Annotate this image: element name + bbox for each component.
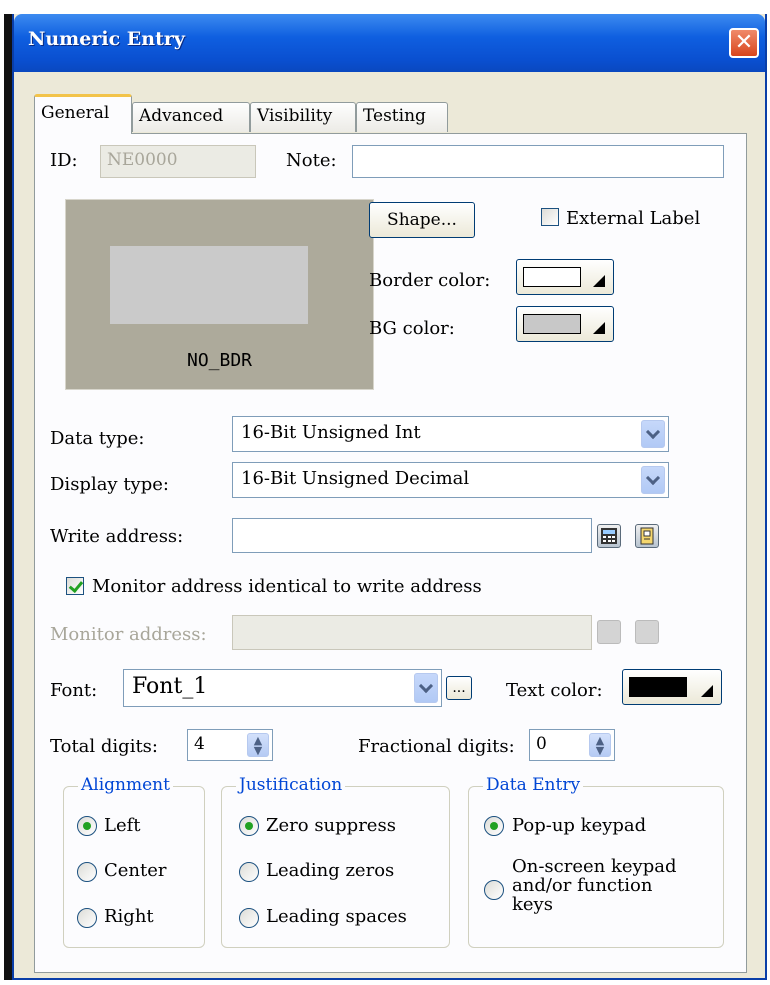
text-color-button[interactable] <box>622 669 722 705</box>
monitor-identical-checkbox[interactable] <box>66 577 84 595</box>
onscreen-keypad-line2: and/or function <box>512 875 653 896</box>
bg-color-label: BG color: <box>369 318 455 339</box>
border-color-swatch <box>523 267 581 287</box>
calculator-icon[interactable] <box>597 524 621 548</box>
alignment-center-label: Center <box>104 860 167 881</box>
alignment-title: Alignment <box>78 775 173 795</box>
data-type-select[interactable]: 16-Bit Unsigned Int <box>232 416 669 452</box>
dropdown-arrow-icon[interactable] <box>641 466 665 494</box>
dropdown-arrow-icon[interactable] <box>414 673 438 703</box>
note-field[interactable] <box>352 145 724 178</box>
leading-zeros-radio[interactable] <box>239 862 259 882</box>
onscreen-keypad-line3: keys <box>512 894 553 915</box>
display-type-value: 16-Bit Unsigned Decimal <box>241 468 470 489</box>
total-digits-value: 4 <box>194 734 205 754</box>
text-color-label: Text color: <box>506 680 603 701</box>
dropdown-triangle-icon <box>701 685 713 697</box>
tab-testing[interactable]: Testing <box>356 102 448 132</box>
alignment-right-label: Right <box>104 906 154 927</box>
font-select[interactable]: Font_1 <box>123 669 442 707</box>
display-type-label: Display type: <box>50 474 169 495</box>
data-entry-title: Data Entry <box>483 775 584 795</box>
note-label: Note: <box>286 150 337 171</box>
font-label: Font: <box>50 680 98 701</box>
id-field: NE0000 <box>100 145 256 178</box>
preview-inner-box <box>110 246 308 324</box>
total-digits-label: Total digits: <box>50 736 158 757</box>
preview-label: NO_BDR <box>186 350 253 371</box>
fractional-digits-spinner[interactable]: 0 ▲ ▼ <box>529 729 615 761</box>
text-color-swatch <box>629 677 687 697</box>
zero-suppress-radio[interactable] <box>239 816 259 836</box>
leading-spaces-radio[interactable] <box>239 908 259 928</box>
close-button[interactable]: ✕ <box>729 28 759 58</box>
display-type-select[interactable]: 16-Bit Unsigned Decimal <box>232 462 669 498</box>
write-address-label: Write address: <box>50 526 184 547</box>
external-label-label: External Label <box>566 208 701 229</box>
title-bar[interactable]: Numeric Entry ✕ <box>14 14 765 72</box>
external-label-checkbox[interactable] <box>541 208 559 226</box>
tab-advanced[interactable]: Advanced <box>132 102 250 132</box>
leading-spaces-label: Leading spaces <box>266 906 407 927</box>
justification-title: Justification <box>236 775 346 795</box>
id-label: ID: <box>50 150 78 171</box>
shape-preview: NO_BDR <box>65 199 374 390</box>
popup-keypad-label: Pop-up keypad <box>512 815 647 836</box>
tab-general[interactable]: General <box>34 94 132 134</box>
calculator-icon <box>597 620 621 644</box>
close-icon: ✕ <box>734 30 754 55</box>
window-title: Numeric Entry <box>28 28 185 50</box>
dropdown-triangle-icon <box>593 322 605 334</box>
border-color-button[interactable] <box>516 259 614 295</box>
font-value: Font_1 <box>132 674 208 699</box>
monitor-address-field <box>232 615 592 650</box>
alignment-left-radio[interactable] <box>77 816 97 836</box>
border-color-label: Border color: <box>369 270 491 291</box>
tab-visibility[interactable]: Visibility <box>250 102 356 132</box>
onscreen-keypad-line1: On-screen keypad <box>512 856 677 877</box>
alignment-center-radio[interactable] <box>77 862 97 882</box>
font-more-button[interactable]: ... <box>446 676 472 700</box>
alignment-right-radio[interactable] <box>77 908 97 928</box>
address-book-icon <box>635 620 659 644</box>
fractional-digits-label: Fractional digits: <box>358 736 515 757</box>
zero-suppress-label: Zero suppress <box>266 815 396 836</box>
leading-zeros-label: Leading zeros <box>266 860 395 881</box>
fractional-digits-value: 0 <box>536 734 547 754</box>
monitor-identical-label: Monitor address identical to write addre… <box>92 576 482 597</box>
spinner-icon[interactable]: ▲ ▼ <box>589 733 611 757</box>
total-digits-spinner[interactable]: 4 ▲ ▼ <box>187 729 273 761</box>
spinner-icon[interactable]: ▲ ▼ <box>247 733 269 757</box>
address-book-icon[interactable] <box>635 524 659 548</box>
data-type-label: Data type: <box>50 428 145 449</box>
monitor-address-label: Monitor address: <box>50 624 207 645</box>
bg-color-swatch <box>523 314 581 334</box>
write-address-field[interactable] <box>232 518 592 553</box>
data-type-value: 16-Bit Unsigned Int <box>241 422 421 443</box>
dropdown-arrow-icon[interactable] <box>641 420 665 448</box>
shape-button[interactable]: Shape... <box>369 202 475 238</box>
alignment-left-label: Left <box>104 815 141 836</box>
popup-keypad-radio[interactable] <box>484 816 504 836</box>
bg-color-button[interactable] <box>516 306 614 342</box>
dropdown-triangle-icon <box>593 275 605 287</box>
onscreen-keypad-radio[interactable] <box>484 880 504 900</box>
